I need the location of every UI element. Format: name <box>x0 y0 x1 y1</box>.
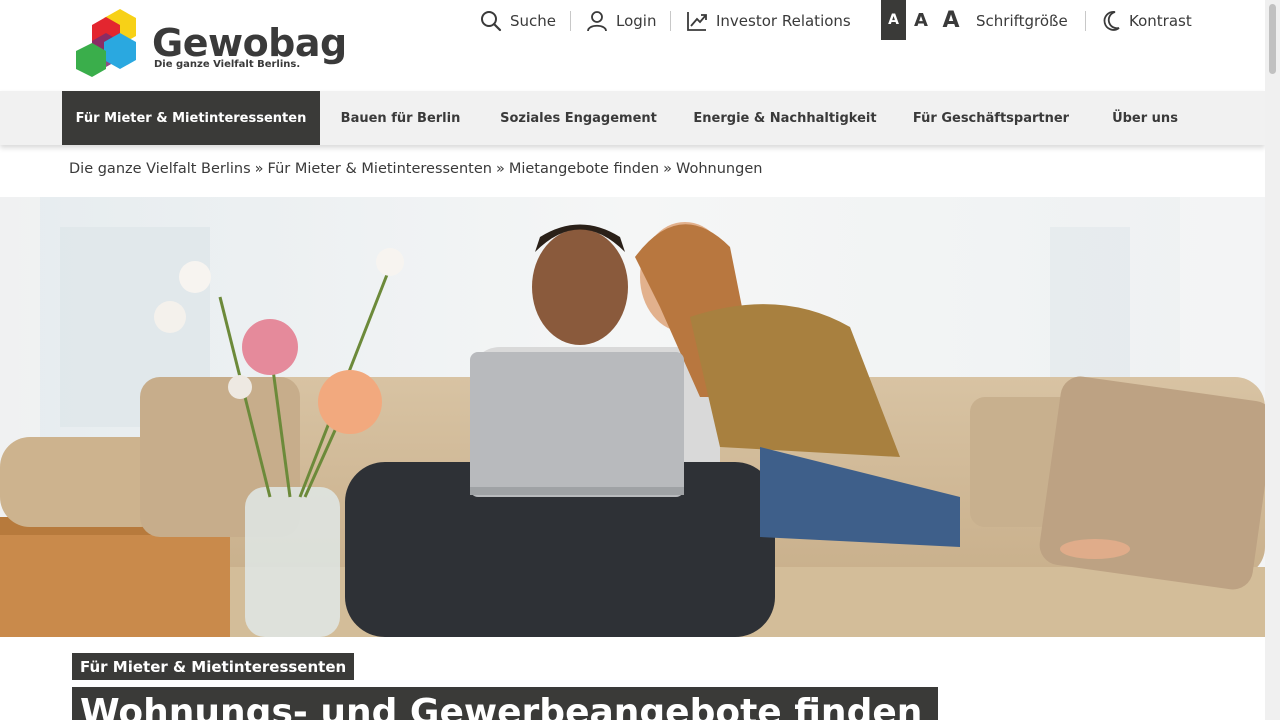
login-link[interactable]: Login <box>586 0 656 42</box>
user-icon <box>586 10 608 32</box>
nav-item-mieter[interactable]: Für Mieter & Mietinteressenten <box>62 91 320 145</box>
nav-item-bauen[interactable]: Bauen für Berlin <box>320 91 481 145</box>
brand-name: Gewobag <box>152 21 347 65</box>
moon-icon <box>1101 10 1121 32</box>
font-size-medium-button[interactable]: A <box>910 0 932 40</box>
nav-item-ueber-uns[interactable]: Über uns <box>1088 91 1202 145</box>
nav-item-energie[interactable]: Energie & Nachhaltigkeit <box>676 91 894 145</box>
gewobag-logo-icon <box>76 9 136 77</box>
main-navigation: Für Mieter & Mietinteressenten Bauen für… <box>0 91 1265 145</box>
search-icon <box>480 10 502 32</box>
page-title: Wohnungs- und Gewerbeangebote finden <box>72 687 938 720</box>
investor-relations-link[interactable]: Investor Relations <box>686 0 851 42</box>
scrollbar-thumb[interactable] <box>1269 4 1276 74</box>
search-link[interactable]: Suche <box>480 0 556 42</box>
breadcrumb-item[interactable]: Die ganze Vielfalt Berlins <box>69 161 251 177</box>
site-header: Gewobag Die ganze Vielfalt Berlins. Such… <box>0 0 1265 91</box>
font-size-large-button[interactable]: A <box>938 0 964 40</box>
font-size-text: Schriftgröße <box>976 12 1068 30</box>
breadcrumb-item[interactable]: Für Mieter & Mietinteressenten <box>268 161 492 177</box>
font-size-small-button[interactable]: A <box>881 0 906 40</box>
breadcrumb-item[interactable]: Mietangebote finden <box>509 161 659 177</box>
hero-image <box>0 197 1265 637</box>
font-size-label: Schriftgröße <box>976 0 1068 42</box>
contrast-toggle[interactable]: Kontrast <box>1101 0 1192 42</box>
brand-tagline: Die ganze Vielfalt Berlins. <box>154 59 301 70</box>
logo-link[interactable]: Gewobag Die ganze Vielfalt Berlins. <box>74 7 347 81</box>
login-label: Login <box>616 12 657 30</box>
breadcrumb-separator: » <box>663 161 672 177</box>
section-kicker: Für Mieter & Mietinteressenten <box>72 653 355 680</box>
page-scrollbar[interactable] <box>1265 0 1280 720</box>
breadcrumb-current: Wohnungen <box>676 161 763 177</box>
nav-item-geschaeftspartner[interactable]: Für Geschäftspartner <box>894 91 1088 145</box>
breadcrumb: Die ganze Vielfalt Berlins» Für Mieter & … <box>69 161 762 177</box>
divider <box>570 11 571 31</box>
divider <box>670 11 671 31</box>
breadcrumb-separator: » <box>495 161 505 177</box>
trend-chart-icon <box>686 10 708 32</box>
hero-illustration <box>0 197 1265 637</box>
investor-relations-label: Investor Relations <box>716 12 851 30</box>
contrast-label: Kontrast <box>1129 12 1192 30</box>
breadcrumb-separator: » <box>254 161 264 177</box>
divider <box>1085 11 1086 31</box>
search-label: Suche <box>510 12 557 30</box>
nav-item-soziales[interactable]: Soziales Engagement <box>481 91 676 145</box>
